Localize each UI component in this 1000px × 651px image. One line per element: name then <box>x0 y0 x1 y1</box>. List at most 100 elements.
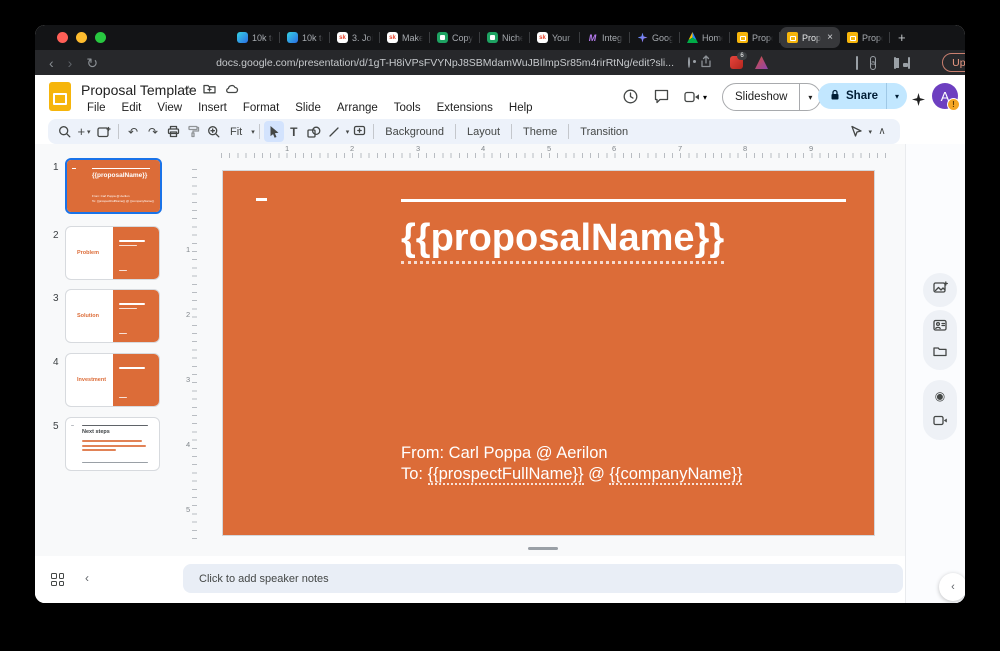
zoom-window-button[interactable] <box>95 32 106 43</box>
side-panel: ◉ <box>905 144 965 603</box>
slide-thumbnail-1[interactable]: {{proposalName}} From: Carl Poppa @ Aeri… <box>65 158 162 214</box>
record-icon[interactable]: ◉ <box>935 389 945 403</box>
text-box-icon[interactable]: T <box>284 121 304 142</box>
picture-in-picture-icon[interactable] <box>908 57 910 69</box>
new-slide-button[interactable]: +▾ <box>74 121 94 142</box>
camera-dropdown-icon[interactable]: ▾ <box>703 93 707 102</box>
menu-file[interactable]: File <box>81 101 112 115</box>
grid-view-icon[interactable] <box>51 573 64 586</box>
notes-resize-handle[interactable] <box>528 547 558 550</box>
slide-thumbnail-2[interactable]: Problem <box>65 226 160 280</box>
share-button[interactable]: Share ▾ <box>818 83 907 109</box>
new-tab-button[interactable]: + <box>898 30 906 45</box>
search-tabs-icon[interactable]: a <box>870 56 876 70</box>
add-image-icon[interactable] <box>933 281 948 299</box>
expand-side-panel-button[interactable]: ‹ <box>939 573 965 601</box>
sidebar-toggle-icon[interactable] <box>894 57 896 69</box>
slide-thumbnail-3[interactable]: Solution <box>65 289 160 343</box>
gemini-sparkle-icon[interactable] <box>912 93 925 106</box>
layout-button[interactable]: Layout <box>460 126 507 138</box>
update-button[interactable]: Update <box>942 53 965 72</box>
side-panel-group <box>923 273 957 307</box>
redo-button[interactable]: ↷ <box>143 121 163 142</box>
speaker-notes-input[interactable]: Click to add speaker notes <box>183 564 903 593</box>
tab[interactable]: Your thi <box>530 25 580 50</box>
background-button[interactable]: Background <box>378 126 451 138</box>
tab[interactable]: 3. Join 3 <box>330 25 380 50</box>
tab[interactable]: 10k to $1 <box>230 25 280 50</box>
image-person-icon[interactable] <box>933 318 947 336</box>
lock-icon <box>830 89 840 104</box>
tab[interactable]: Home - C <box>680 25 730 50</box>
preview-eye-icon[interactable] <box>688 57 690 68</box>
select-tool-icon[interactable] <box>264 121 284 142</box>
horizontal-ruler: 1 2 3 4 5 6 7 8 9 <box>185 144 901 159</box>
reload-button[interactable]: ↻ <box>86 56 98 70</box>
slide-thumbnail-4[interactable]: Investment <box>65 353 160 407</box>
meet-camera-icon[interactable] <box>684 90 700 108</box>
shapes-icon[interactable] <box>304 121 324 142</box>
tab[interactable]: Niche Di <box>480 25 530 50</box>
slide-title[interactable]: {{proposalName}} <box>401 217 724 260</box>
zoom-select[interactable]: Fit <box>223 126 249 138</box>
menu-format[interactable]: Format <box>237 101 285 115</box>
address-url[interactable]: docs.google.com/presentation/d/1gT-H8iVP… <box>216 57 674 69</box>
undo-button[interactable]: ↶ <box>123 121 143 142</box>
minimize-window-button[interactable] <box>76 32 87 43</box>
insert-comment-icon[interactable] <box>349 121 369 142</box>
extensions-icon[interactable] <box>856 56 858 70</box>
slideshow-button[interactable]: Slideshow ▾ <box>722 83 821 111</box>
theme-button[interactable]: Theme <box>516 126 564 138</box>
menu-edit[interactable]: Edit <box>116 101 148 115</box>
collapse-toolbar-icon[interactable]: ∧ <box>872 121 892 142</box>
tab[interactable]: Google C <box>630 25 680 50</box>
version-history-icon[interactable] <box>622 88 639 110</box>
slides-logo-icon[interactable] <box>49 82 71 111</box>
pen-tools-icon[interactable] <box>846 121 866 142</box>
menu-extensions[interactable]: Extensions <box>431 101 499 115</box>
slide-canvas[interactable]: {{proposalName}} From: Carl Poppa @ Aeri… <box>222 170 875 536</box>
close-window-button[interactable] <box>57 32 68 43</box>
tab[interactable]: Proposal <box>730 25 780 50</box>
share-dropdown-icon[interactable]: ▾ <box>887 83 907 109</box>
menu-slide[interactable]: Slide <box>289 101 327 115</box>
tab[interactable]: Proposal <box>840 25 890 50</box>
comments-icon[interactable] <box>653 88 670 110</box>
tab-active[interactable]: Prop× <box>780 27 840 48</box>
browser-window: 10k to $1 10k to $1 3. Join 3 Maker Sc C… <box>35 25 965 603</box>
close-tab-icon[interactable]: × <box>827 32 833 43</box>
collapse-filmstrip-icon[interactable]: ‹ <box>85 571 89 585</box>
back-button[interactable]: ‹ <box>49 56 54 70</box>
share-page-icon[interactable] <box>700 55 712 70</box>
zoom-icon[interactable] <box>203 121 223 142</box>
extension-icon[interactable]: 2 <box>755 56 768 69</box>
move-folder-icon[interactable] <box>203 83 216 97</box>
menu-view[interactable]: View <box>151 101 188 115</box>
new-slide-layout-icon[interactable] <box>94 121 114 142</box>
folder-icon[interactable] <box>933 344 947 362</box>
tab[interactable]: 10k to $1 <box>280 25 330 50</box>
paint-format-icon[interactable] <box>183 121 203 142</box>
menu-help[interactable]: Help <box>503 101 539 115</box>
transition-button[interactable]: Transition <box>573 126 635 138</box>
print-button[interactable] <box>163 121 183 142</box>
tab[interactable]: Integratio <box>580 25 630 50</box>
search-menus-icon[interactable] <box>54 121 74 142</box>
extension-icon[interactable]: 6 <box>730 56 743 69</box>
cloud-status-icon[interactable] <box>225 83 239 97</box>
camera-clip-icon[interactable] <box>933 413 947 431</box>
skool-favicon-icon <box>537 32 548 43</box>
slide-thumbnail-5[interactable]: Next steps <box>65 417 160 471</box>
avatar[interactable]: A ! <box>932 83 958 109</box>
line-tool-icon[interactable] <box>324 121 344 142</box>
menu-arrange[interactable]: Arrange <box>331 101 384 115</box>
star-icon[interactable]: ☆ <box>183 83 194 97</box>
forward-button[interactable]: › <box>68 56 73 70</box>
menu-tools[interactable]: Tools <box>388 101 427 115</box>
document-title[interactable]: Proposal Template <box>81 82 197 98</box>
tab[interactable]: Maker Sc <box>380 25 430 50</box>
menu-insert[interactable]: Insert <box>192 101 233 115</box>
tab[interactable]: Copy of <box>430 25 480 50</box>
zoom-dropdown-icon[interactable]: ▾ <box>251 128 255 136</box>
slide-subtitle[interactable]: From: Carl Poppa @ Aerilon To: {{prospec… <box>401 443 742 485</box>
